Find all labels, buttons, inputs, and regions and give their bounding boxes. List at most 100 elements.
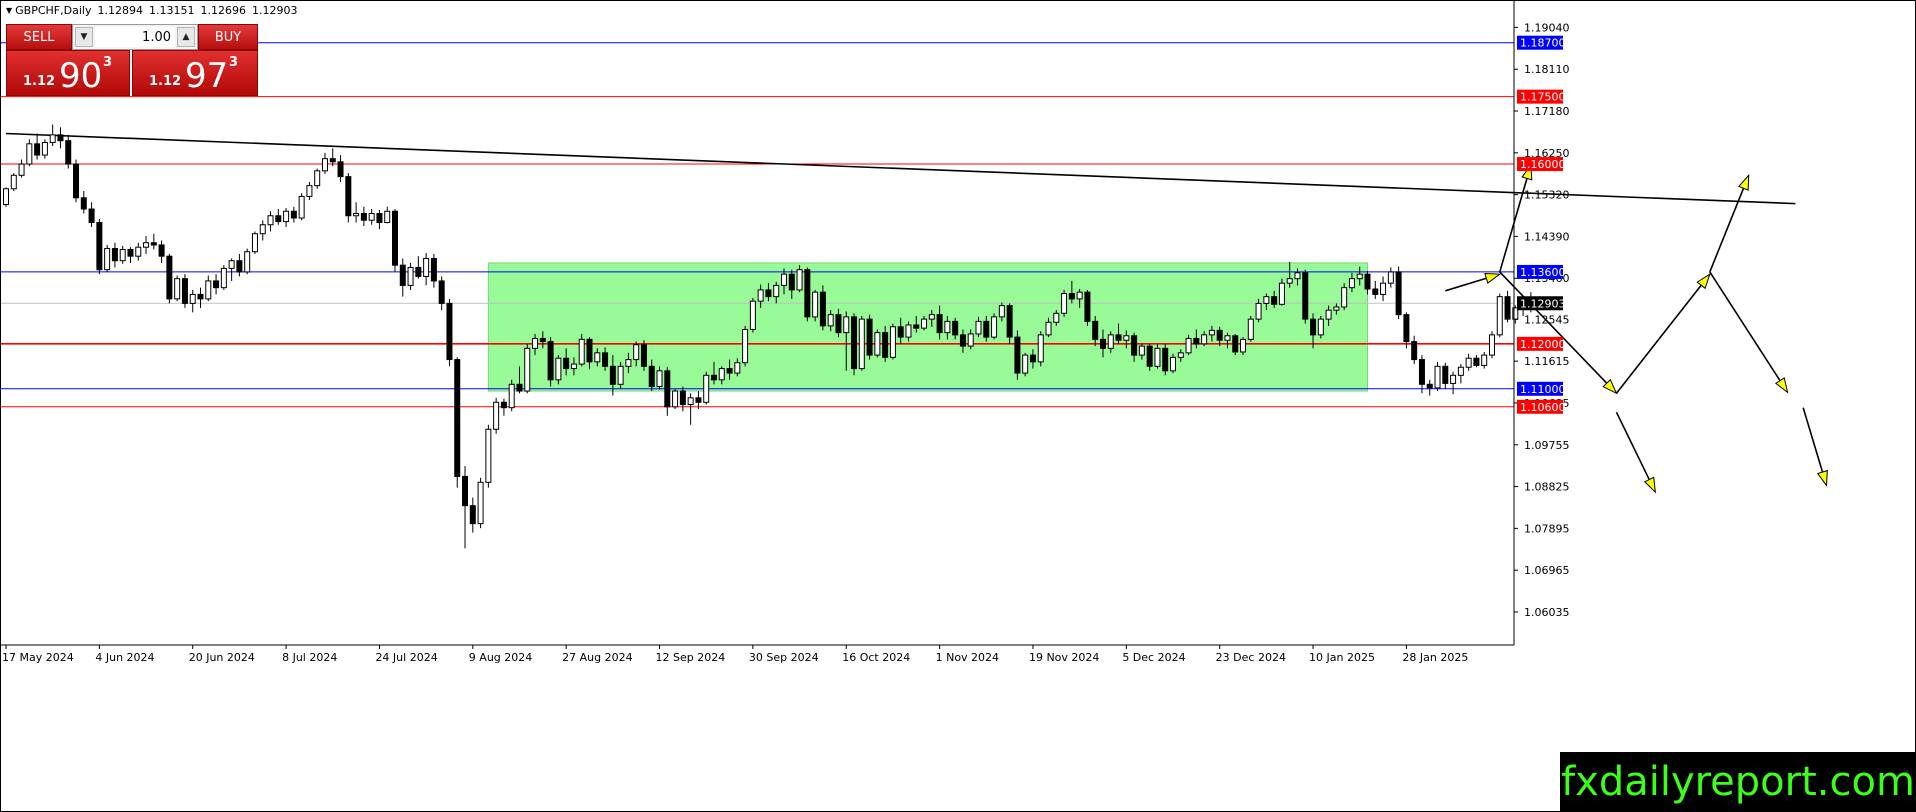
candle-body <box>399 264 406 286</box>
candle-body <box>718 368 725 381</box>
x-tick-label: 12 Sep 2024 <box>656 651 726 664</box>
candle-body <box>267 215 274 226</box>
candle-body <box>742 328 749 364</box>
candle-body <box>858 318 865 370</box>
sell-price-button[interactable]: 1.12 90 3 <box>6 50 130 96</box>
candle-body <box>1014 336 1021 374</box>
candle-body <box>827 314 834 327</box>
candle-body <box>1029 354 1036 363</box>
x-tick-label: 24 Jul 2024 <box>375 651 437 664</box>
candle-body <box>749 300 756 330</box>
candle-body <box>1123 335 1130 341</box>
candle-body <box>368 213 375 221</box>
candle-body <box>1022 354 1029 374</box>
candle-body <box>812 291 819 318</box>
candle-body <box>967 333 974 347</box>
candle-body <box>1061 293 1068 314</box>
candle-body <box>998 305 1005 318</box>
candle-body <box>757 289 764 302</box>
candle-body <box>516 383 523 392</box>
candle-body <box>804 269 811 318</box>
y-tick-label: 1.09755 <box>1524 439 1570 452</box>
candle-body <box>454 359 461 477</box>
candle-body <box>345 176 352 217</box>
y-tick-label: 1.17180 <box>1524 105 1570 118</box>
open-value: 1.12894 <box>97 4 143 17</box>
lot-size-control: ▼ ▲ <box>72 24 198 50</box>
candle-body <box>563 357 570 370</box>
symbol-label: GBPCHF,Daily <box>15 4 92 17</box>
candle-body <box>819 291 826 327</box>
candle-body <box>936 314 943 334</box>
candle-body <box>1045 321 1052 336</box>
collapse-triangle-icon[interactable]: ▼ <box>6 6 12 15</box>
buy-price-button[interactable]: 1.12 97 3 <box>132 50 258 96</box>
sell-button[interactable]: SELL <box>6 24 72 50</box>
candle-body <box>407 266 414 286</box>
candle-body <box>1263 296 1270 304</box>
candle-body <box>298 195 305 219</box>
candle-body <box>1341 287 1348 308</box>
x-tick-label: 20 Jun 2024 <box>189 651 255 664</box>
candle-body <box>672 390 679 408</box>
candle-body <box>158 244 165 257</box>
y-tick-label: 1.06965 <box>1524 564 1570 577</box>
candle-body <box>1372 288 1379 295</box>
y-tick-label: 1.18110 <box>1524 63 1570 76</box>
candle-body <box>633 344 640 361</box>
candle-body <box>1442 365 1449 384</box>
candle-body <box>423 257 430 277</box>
candle-body <box>1488 334 1495 356</box>
candle-body <box>897 326 904 338</box>
candle-body <box>376 213 383 223</box>
candle-body <box>1201 334 1208 345</box>
y-tick-label: 1.08825 <box>1524 481 1570 494</box>
candle-body <box>687 397 694 406</box>
y-tick-label: 1.07895 <box>1524 522 1570 535</box>
candle-body <box>57 134 64 142</box>
x-tick-label: 23 Dec 2024 <box>1216 651 1286 664</box>
candle-body <box>952 320 959 336</box>
candle-body <box>49 134 56 143</box>
candle-body <box>1504 296 1511 320</box>
candle-body <box>205 280 212 300</box>
candle-body <box>695 397 702 403</box>
candle-body <box>781 273 787 286</box>
level-price-label: 1.16000 <box>1520 158 1566 171</box>
lot-decrease-icon[interactable]: ▼ <box>75 27 93 47</box>
candle-body <box>18 163 25 176</box>
candle-body <box>493 401 500 430</box>
candle-body <box>430 257 437 282</box>
candle-body <box>259 224 266 235</box>
candle-body <box>1418 359 1425 385</box>
y-tick-label: 1.11615 <box>1524 355 1570 368</box>
buy-button[interactable]: BUY <box>198 24 258 50</box>
candle-body <box>648 365 655 388</box>
price-chart: 1.190401.181101.171801.162501.153201.143… <box>0 0 1916 812</box>
lot-size-input[interactable] <box>95 27 175 47</box>
candle-body <box>244 251 251 273</box>
sell-price-prefix: 1.12 <box>23 74 56 89</box>
candle-body <box>710 374 717 381</box>
candle-body <box>477 481 484 525</box>
candle-body <box>1465 357 1472 368</box>
candle-body <box>944 320 951 334</box>
candle-body <box>1092 320 1099 340</box>
candle-body <box>664 370 671 408</box>
candle-body <box>1131 335 1138 356</box>
candle-body <box>1387 271 1394 284</box>
lot-increase-icon[interactable]: ▲ <box>177 27 195 47</box>
sell-price-pips: 90 <box>59 56 103 96</box>
candle-body <box>1076 291 1083 300</box>
candle-body <box>617 365 624 385</box>
candle-body <box>602 352 609 367</box>
candle-body <box>329 158 336 163</box>
candle-body <box>96 221 103 271</box>
candle-body <box>1325 309 1332 320</box>
level-price-label: 1.12000 <box>1520 338 1566 351</box>
candle-body <box>1481 354 1488 366</box>
candle-body <box>1177 352 1184 358</box>
candle-body <box>734 362 741 374</box>
level-price-label: 1.13600 <box>1520 266 1566 279</box>
candle-body <box>1426 383 1433 389</box>
